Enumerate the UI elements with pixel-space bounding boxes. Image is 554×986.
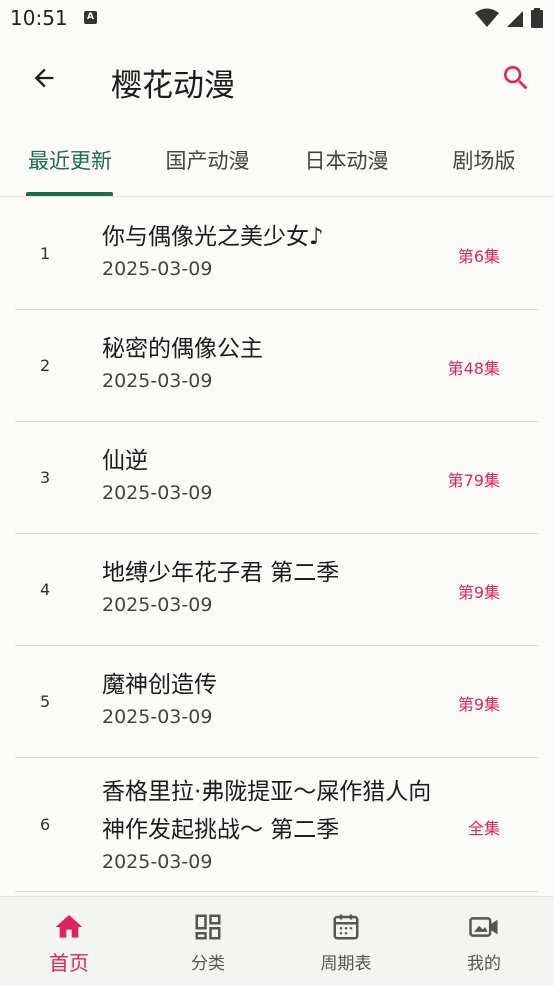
item-title: 香格里拉·弗陇提亚～屎作猎人向神作发起挑战～ 第二季 bbox=[102, 779, 432, 843]
item-title: 魔神创造传 bbox=[102, 672, 217, 698]
wifi-icon bbox=[474, 8, 499, 27]
video-icon bbox=[469, 917, 498, 937]
item-index: 6 bbox=[40, 815, 51, 834]
nav-label: 分类 bbox=[191, 954, 225, 974]
list-item[interactable]: 1 你与偶像光之美少女♪ 2025-03-09 第6集 bbox=[15, 197, 538, 310]
back-button[interactable] bbox=[24, 58, 64, 98]
tab-bar: 最近更新 国产动漫 日本动漫 剧场版 bbox=[0, 124, 554, 197]
page-title: 樱花动漫 bbox=[111, 68, 235, 104]
nav-label: 周期表 bbox=[320, 954, 372, 974]
item-episode: 第79集 bbox=[447, 471, 500, 490]
nav-category[interactable]: 分类 bbox=[139, 897, 277, 986]
item-title: 秘密的偶像公主 bbox=[102, 336, 263, 362]
item-date: 2025-03-09 bbox=[102, 851, 213, 873]
list-item[interactable]: 4 地缚少年花子君 第二季 2025-03-09 第9集 bbox=[15, 533, 538, 646]
item-episode: 第48集 bbox=[447, 359, 500, 378]
tab-indicator bbox=[26, 192, 113, 196]
battery-icon bbox=[531, 8, 543, 28]
item-title: 仙逆 bbox=[102, 448, 148, 474]
bottom-nav: 首页 分类 周期表 我的 bbox=[0, 896, 554, 986]
list-item[interactable]: 5 魔神创造传 2025-03-09 第9集 bbox=[15, 645, 538, 758]
category-icon bbox=[195, 914, 221, 940]
item-index: 1 bbox=[40, 244, 51, 263]
status-time: 10:51 bbox=[10, 6, 68, 30]
item-title: 你与偶像光之美少女♪ bbox=[102, 224, 324, 250]
item-episode: 第6集 bbox=[457, 247, 500, 266]
item-date: 2025-03-09 bbox=[102, 482, 213, 504]
nav-home[interactable]: 首页 bbox=[0, 897, 138, 986]
item-date: 2025-03-09 bbox=[102, 594, 213, 616]
text-a-icon: A bbox=[84, 11, 97, 24]
app-screen: 10:51 A 樱花动漫 最近更新 国产动漫 日本动漫 剧场版 1 你与偶像光之… bbox=[0, 0, 554, 986]
nav-label: 我的 bbox=[467, 954, 501, 974]
item-index: 5 bbox=[40, 692, 51, 711]
nav-profile[interactable]: 我的 bbox=[415, 897, 553, 986]
search-button[interactable] bbox=[496, 58, 536, 98]
item-index: 2 bbox=[40, 356, 51, 375]
list-item[interactable]: 2 秘密的偶像公主 2025-03-09 第48集 bbox=[15, 309, 538, 422]
item-index: 3 bbox=[40, 468, 51, 487]
item-date: 2025-03-09 bbox=[102, 706, 213, 728]
item-date: 2025-03-09 bbox=[102, 370, 213, 392]
item-title: 地缚少年花子君 第二季 bbox=[102, 560, 340, 586]
tab-chinese-anime[interactable]: 国产动漫 bbox=[160, 124, 255, 196]
status-icons bbox=[474, 8, 544, 28]
item-date: 2025-03-09 bbox=[102, 258, 213, 280]
tab-movies[interactable]: 剧场版 bbox=[446, 124, 522, 196]
signal-icon bbox=[506, 11, 523, 27]
item-episode: 全集 bbox=[467, 819, 500, 838]
item-episode: 第9集 bbox=[457, 695, 500, 714]
item-episode: 第9集 bbox=[457, 583, 500, 602]
tab-recent-updates[interactable]: 最近更新 bbox=[24, 124, 116, 196]
arrow-back-icon bbox=[34, 68, 54, 88]
list-item[interactable]: 3 仙逆 2025-03-09 第79集 bbox=[15, 421, 538, 534]
status-bar: 10:51 A bbox=[0, 0, 554, 38]
nav-label: 首页 bbox=[49, 951, 89, 975]
item-index: 4 bbox=[40, 580, 51, 599]
app-bar: 樱花动漫 bbox=[0, 38, 554, 124]
list-item[interactable]: 6 香格里拉·弗陇提亚～屎作猎人向神作发起挑战～ 第二季 2025-03-09 … bbox=[15, 757, 538, 892]
tab-japanese-anime[interactable]: 日本动漫 bbox=[299, 124, 394, 196]
nav-schedule[interactable]: 周期表 bbox=[277, 897, 415, 986]
calendar-icon bbox=[333, 914, 359, 940]
search-icon bbox=[504, 66, 528, 90]
home-icon bbox=[55, 915, 83, 938]
